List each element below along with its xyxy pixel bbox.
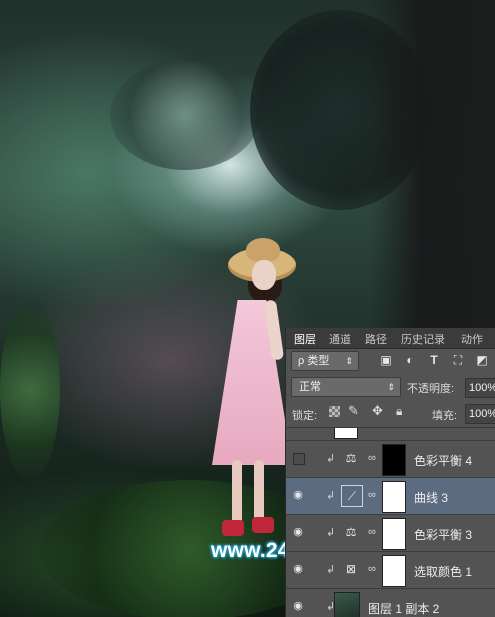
visibility-off-icon[interactable] bbox=[293, 453, 305, 465]
layer-row[interactable]: ↲ ⚖ ∞ 色彩平衡 4 bbox=[286, 441, 495, 478]
eye-icon[interactable]: ◉ bbox=[291, 600, 305, 612]
layer-row[interactable]: ◉ ↲ ⚖ ∞ 色彩平衡 3 bbox=[286, 515, 495, 552]
foliage-shape bbox=[0, 300, 60, 480]
filter-row: ρ 类型 ⇕ ▣ ◐ T ⛶ ◩ bbox=[286, 349, 495, 375]
type-filter-icon[interactable]: T bbox=[427, 353, 441, 367]
link-icon: ∞ bbox=[368, 489, 376, 501]
tab-channels[interactable]: 通道 bbox=[329, 331, 351, 347]
opacity-value: 100% bbox=[469, 382, 495, 394]
layer-name: 图层 1 副本 2 bbox=[368, 602, 440, 616]
layer-name: 曲线 3 bbox=[414, 491, 449, 505]
chevron-updown-icon: ⇕ bbox=[345, 356, 353, 366]
adjustment-filter-icon[interactable]: ◐ bbox=[403, 353, 417, 367]
lock-all-icon[interactable]: 🔒︎ bbox=[396, 404, 402, 419]
link-icon: ∞ bbox=[368, 563, 376, 575]
eye-icon[interactable]: ◉ bbox=[291, 489, 305, 501]
layer-mask-thumb bbox=[382, 518, 406, 550]
blend-mode-select[interactable]: 正常 ⇕ bbox=[291, 377, 401, 397]
layer-image-thumb bbox=[334, 592, 360, 617]
foliage-shape bbox=[110, 60, 260, 170]
fill-field[interactable]: 100% bbox=[465, 404, 495, 424]
tab-history[interactable]: 历史记录 bbox=[401, 331, 445, 347]
person-shoe bbox=[222, 520, 244, 536]
lock-transparent-icon[interactable] bbox=[329, 406, 340, 417]
selective-color-icon: ⊠ bbox=[345, 562, 357, 576]
clip-arrow-icon: ↲ bbox=[326, 527, 336, 539]
layer-mask-thumb bbox=[382, 481, 406, 513]
person-leg bbox=[254, 460, 264, 522]
person-shoe bbox=[252, 517, 274, 533]
fill-value: 100% bbox=[469, 408, 495, 420]
tab-actions[interactable]: 动作 bbox=[461, 331, 483, 347]
layer-mask-thumb bbox=[382, 555, 406, 587]
opacity-label: 不透明度: bbox=[407, 383, 455, 395]
color-balance-icon: ⚖ bbox=[345, 451, 357, 465]
link-icon: ∞ bbox=[368, 452, 376, 464]
layer-mask-thumb bbox=[382, 444, 406, 476]
panel-tabs: 图层 通道 路径 历史记录 动作 bbox=[286, 328, 495, 349]
curves-icon: ⟋ bbox=[341, 485, 363, 507]
clip-arrow-icon: ↲ bbox=[326, 564, 336, 576]
link-icon: ∞ bbox=[368, 526, 376, 538]
eye-icon[interactable]: ◉ bbox=[291, 563, 305, 575]
layer-name: 色彩平衡 4 bbox=[414, 454, 473, 468]
lock-move-icon[interactable]: ✥ bbox=[372, 403, 383, 419]
color-balance-icon: ⚖ bbox=[345, 525, 357, 539]
person-leg bbox=[232, 460, 242, 525]
image-filter-icon[interactable]: ▣ bbox=[379, 353, 393, 367]
fill-label: 填充: bbox=[432, 410, 458, 422]
layers-list: ↲ ⚖ ∞ 色彩平衡 4 ◉ ↲ ⟋ ∞ 曲线 3 ◉ ↲ ⚖ ∞ 色彩平衡 3… bbox=[286, 428, 495, 617]
kind-filter-select[interactable]: ρ 类型 ⇕ bbox=[291, 351, 359, 371]
lock-row: 锁定: ✎ ✥ 🔒︎ 填充: 100% bbox=[286, 401, 495, 428]
eye-icon[interactable]: ◉ bbox=[291, 526, 305, 538]
layer-row[interactable]: ◉ ↲ ⟋ ∞ 曲线 3 bbox=[286, 478, 495, 515]
blend-row: 正常 ⇕ 不透明度: 100% bbox=[286, 375, 495, 401]
tab-paths[interactable]: 路径 bbox=[365, 331, 387, 347]
lock-label: 锁定: bbox=[292, 410, 318, 422]
lock-brush-icon[interactable]: ✎ bbox=[348, 403, 359, 419]
layer-name: 选取颜色 1 bbox=[414, 565, 473, 579]
person-dress bbox=[212, 300, 292, 465]
layer-mask-thumb bbox=[334, 428, 358, 439]
layer-row[interactable]: ◉ ↲ ⊠ ∞ 选取颜色 1 bbox=[286, 552, 495, 589]
layer-row[interactable] bbox=[286, 428, 495, 441]
tab-layers[interactable]: 图层 bbox=[294, 331, 316, 347]
layer-row[interactable]: ◉ ↲ 图层 1 副本 2 bbox=[286, 589, 495, 617]
person-hat-crown bbox=[246, 238, 280, 262]
opacity-field[interactable]: 100% bbox=[465, 378, 495, 398]
clip-arrow-icon: ↲ bbox=[326, 490, 336, 502]
blend-mode-value: 正常 bbox=[299, 381, 321, 393]
clip-arrow-icon: ↲ bbox=[326, 453, 336, 465]
smart-object-filter-icon[interactable]: ◩ bbox=[475, 353, 489, 367]
layer-name: 色彩平衡 3 bbox=[414, 528, 473, 542]
layers-panel: 图层 通道 路径 历史记录 动作 ρ 类型 ⇕ ▣ ◐ T ⛶ ◩ 正常 ⇕ 不… bbox=[285, 328, 495, 617]
person-face bbox=[252, 260, 276, 290]
shape-filter-icon[interactable]: ⛶ bbox=[451, 353, 465, 367]
kind-filter-label: ρ 类型 bbox=[298, 355, 330, 367]
chevron-updown-icon: ⇕ bbox=[387, 382, 395, 392]
